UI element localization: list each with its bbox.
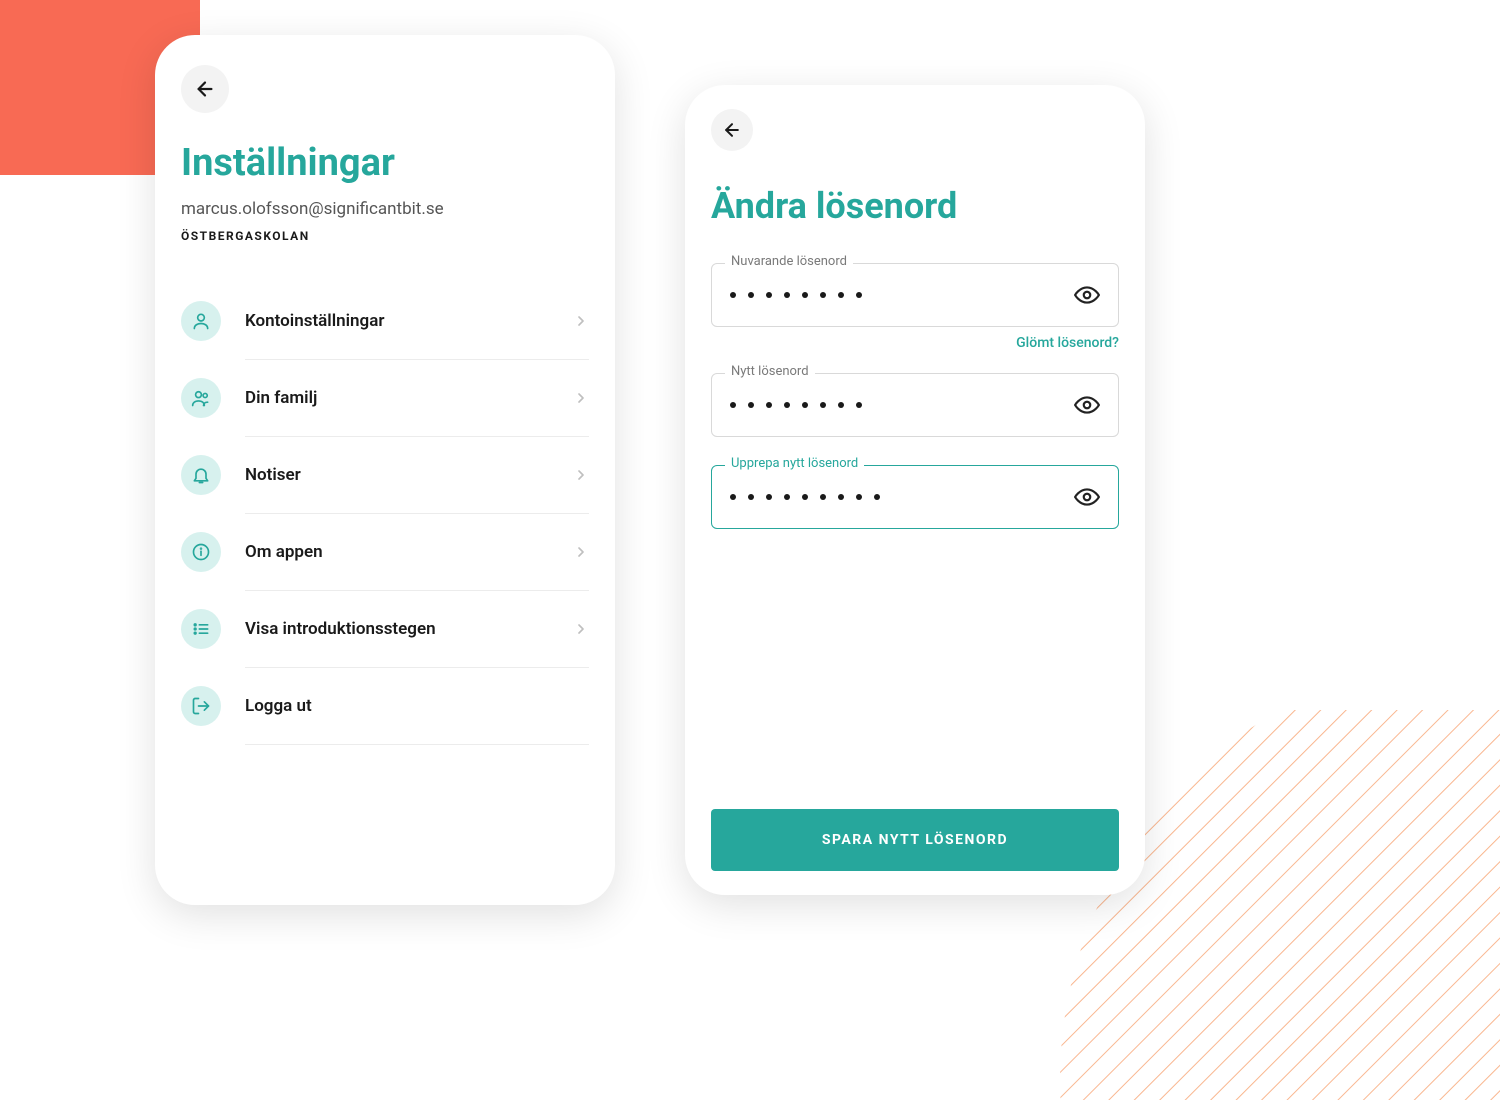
settings-screen: Inställningar marcus.olofsson@significan… (155, 35, 615, 905)
eye-icon (1074, 282, 1100, 308)
divider (245, 744, 589, 745)
users-icon (181, 378, 221, 418)
toggle-visibility-button[interactable] (1074, 484, 1100, 510)
chevron-right-icon (573, 313, 589, 329)
password-dots (730, 292, 1074, 298)
eye-icon (1074, 484, 1100, 510)
page-title: Inställningar (181, 141, 589, 185)
menu-item-family[interactable]: Din familj (181, 360, 589, 436)
password-dots (730, 402, 1074, 408)
settings-menu: Kontoinställningar Din familj Notiser Om… (181, 283, 589, 745)
chevron-right-icon (573, 621, 589, 637)
logout-icon (181, 686, 221, 726)
school-name: ÖSTBERGASKOLAN (181, 229, 589, 243)
password-form: Nuvarande lösenord Glömt lösenord? Nytt … (711, 263, 1119, 557)
chevron-right-icon (573, 467, 589, 483)
field-label: Upprepa nytt lösenord (725, 456, 864, 471)
field-label: Nytt lösenord (725, 364, 815, 379)
menu-item-logout[interactable]: Logga ut (181, 668, 589, 744)
menu-item-account[interactable]: Kontoinställningar (181, 283, 589, 359)
current-password-wrap: Nuvarande lösenord (711, 263, 1119, 327)
menu-item-notifications[interactable]: Notiser (181, 437, 589, 513)
list-icon (181, 609, 221, 649)
menu-label: Din familj (245, 388, 573, 408)
repeat-password-input[interactable] (711, 465, 1119, 529)
change-password-screen: Ändra lösenord Nuvarande lösenord Glömt … (685, 85, 1145, 895)
menu-item-about[interactable]: Om appen (181, 514, 589, 590)
menu-label: Notiser (245, 465, 573, 485)
password-dots (730, 494, 1074, 500)
eye-icon (1074, 392, 1100, 418)
new-password-input[interactable] (711, 373, 1119, 437)
menu-label: Kontoinställningar (245, 311, 573, 331)
repeat-password-wrap: Upprepa nytt lösenord (711, 465, 1119, 529)
bell-icon (181, 455, 221, 495)
user-email: marcus.olofsson@significantbit.se (181, 199, 589, 219)
save-password-button[interactable]: SPARA NYTT LÖSENORD (711, 809, 1119, 871)
forgot-password-link[interactable]: Glömt lösenord? (711, 335, 1119, 351)
field-label: Nuvarande lösenord (725, 254, 853, 269)
page-title: Ändra lösenord (711, 185, 1119, 227)
arrow-left-icon (722, 120, 742, 140)
toggle-visibility-button[interactable] (1074, 282, 1100, 308)
info-icon (181, 532, 221, 572)
toggle-visibility-button[interactable] (1074, 392, 1100, 418)
user-icon (181, 301, 221, 341)
new-password-wrap: Nytt lösenord (711, 373, 1119, 437)
current-password-input[interactable] (711, 263, 1119, 327)
arrow-left-icon (194, 78, 216, 100)
chevron-right-icon (573, 390, 589, 406)
back-button[interactable] (711, 109, 753, 151)
menu-label: Logga ut (245, 696, 589, 716)
chevron-right-icon (573, 544, 589, 560)
menu-label: Om appen (245, 542, 573, 562)
menu-label: Visa introduktionsstegen (245, 619, 573, 639)
menu-item-intro[interactable]: Visa introduktionsstegen (181, 591, 589, 667)
back-button[interactable] (181, 65, 229, 113)
